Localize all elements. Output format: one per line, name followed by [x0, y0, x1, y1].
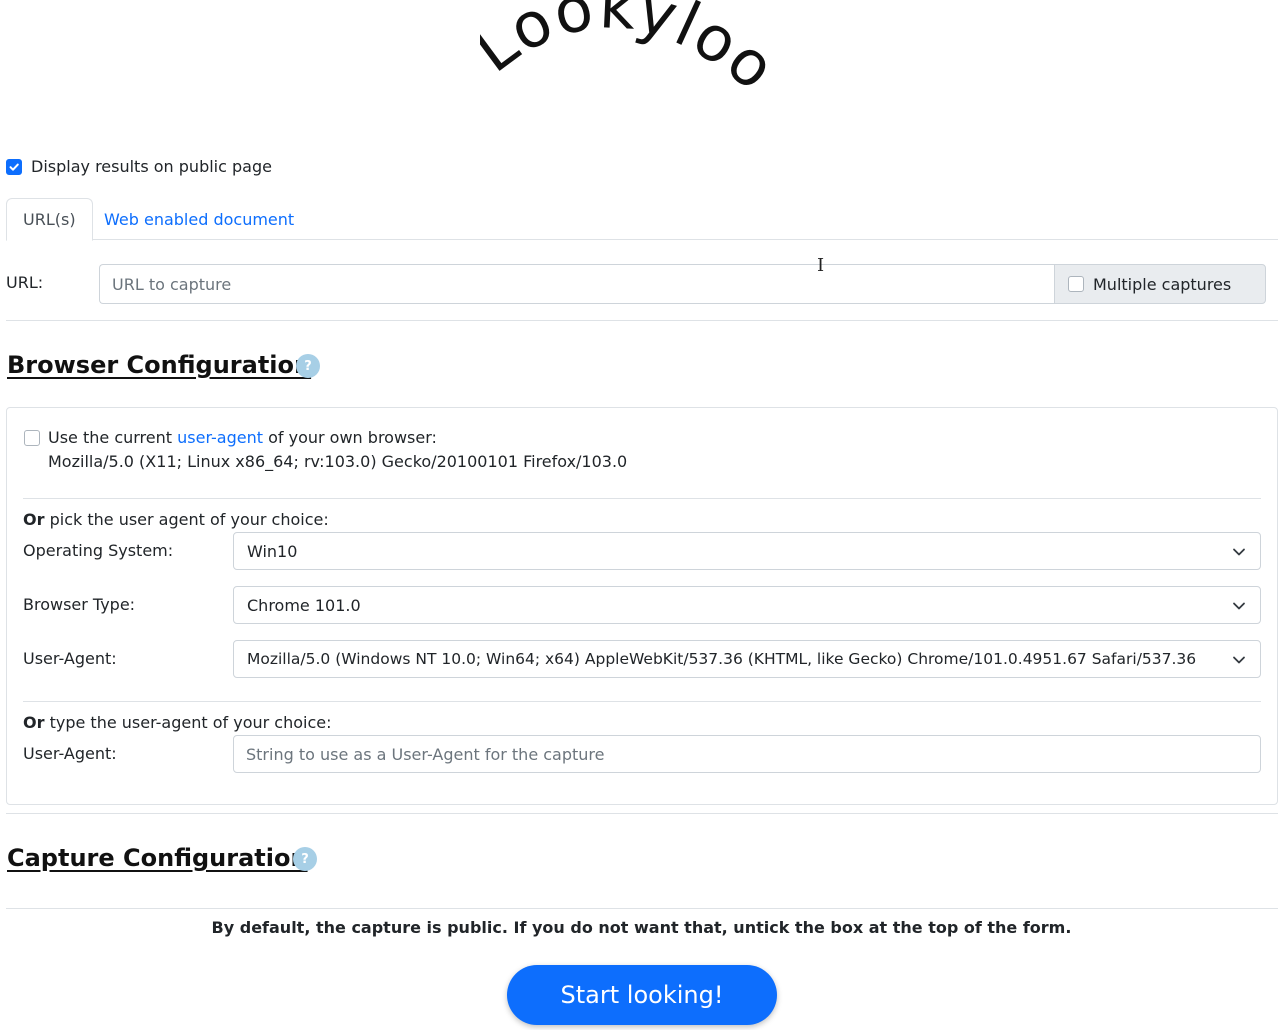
- chevron-down-icon: [1233, 602, 1245, 610]
- browser-type-label: Browser Type:: [23, 595, 136, 614]
- user-agent-select-value: Mozilla/5.0 (Windows NT 10.0; Win64; x64…: [247, 650, 1197, 668]
- multiple-captures-toggle[interactable]: Multiple captures: [1054, 264, 1266, 304]
- lookyloo-logo: Lookyloo: [480, 0, 790, 106]
- custom-user-agent-input[interactable]: String to use as a User-Agent for the ca…: [233, 735, 1261, 773]
- user-agent-select[interactable]: Mozilla/5.0 (Windows NT 10.0; Win64; x64…: [233, 640, 1261, 678]
- use-current-ua-option[interactable]: Use the current user-agent of your own b…: [24, 426, 627, 474]
- browser-config-title[interactable]: Browser Configuration: [7, 351, 311, 379]
- pick-ua-heading: Or pick the user agent of your choice:: [23, 510, 329, 529]
- url-input[interactable]: URL to capture: [99, 264, 1056, 304]
- logo-text: Lookyloo: [480, 0, 788, 106]
- custom-user-agent-label: User-Agent:: [23, 744, 117, 763]
- use-current-ua-prefix: Use the current: [48, 428, 173, 447]
- os-select-value: Win10: [247, 541, 298, 561]
- pick-ua-text: pick the user agent of your choice:: [49, 510, 329, 529]
- divider: [23, 498, 1261, 499]
- tab-urls[interactable]: URL(s): [6, 198, 93, 241]
- divider: [23, 701, 1261, 702]
- text-cursor-icon: I: [817, 255, 825, 276]
- os-label: Operating System:: [23, 541, 174, 560]
- browser-type-select[interactable]: Chrome 101.0: [233, 586, 1261, 624]
- help-icon[interactable]: ?: [293, 847, 317, 871]
- browser-config-card: Use the current user-agent of your own b…: [6, 407, 1278, 805]
- divider: [6, 813, 1278, 814]
- use-current-ua-suffix: of your own browser:: [268, 428, 437, 447]
- checkbox-checked-icon: [9, 163, 19, 171]
- user-agent-link[interactable]: user-agent: [177, 428, 263, 447]
- help-icon[interactable]: ?: [296, 354, 320, 378]
- capture-tabs: URL(s) Web enabled document: [6, 198, 1278, 241]
- public-capture-notice: By default, the capture is public. If yo…: [211, 918, 1072, 937]
- capture-config-title[interactable]: Capture Configuration: [7, 844, 308, 872]
- start-looking-button[interactable]: Start looking!: [507, 965, 777, 1025]
- os-select[interactable]: Win10: [233, 532, 1261, 570]
- type-ua-or: Or: [23, 713, 45, 732]
- current-user-agent: Mozilla/5.0 (X11; Linux x86_64; rv:103.0…: [48, 452, 628, 471]
- url-input-placeholder: URL to capture: [112, 274, 232, 294]
- chevron-down-icon: [1233, 548, 1245, 556]
- divider: [6, 320, 1278, 321]
- browser-type-select-value: Chrome 101.0: [247, 595, 361, 615]
- chevron-down-icon: [1233, 656, 1245, 664]
- type-ua-text: type the user-agent of your choice:: [49, 713, 332, 732]
- multiple-captures-label: Multiple captures: [1093, 274, 1232, 294]
- tab-web-enabled-document[interactable]: Web enabled document: [88, 198, 310, 240]
- public-display-option[interactable]: Display results on public page: [6, 157, 272, 176]
- public-display-label: Display results on public page: [31, 157, 272, 176]
- user-agent-label: User-Agent:: [23, 649, 117, 668]
- use-current-ua-checkbox[interactable]: [24, 430, 40, 446]
- pick-ua-or: Or: [23, 510, 45, 529]
- svg-text:Lookyloo: Lookyloo: [480, 0, 790, 106]
- url-label: URL:: [6, 273, 44, 292]
- public-display-checkbox[interactable]: [6, 158, 22, 175]
- type-ua-heading: Or type the user-agent of your choice:: [23, 713, 332, 732]
- multiple-captures-checkbox[interactable]: [1068, 276, 1084, 292]
- divider: [6, 908, 1278, 909]
- custom-user-agent-placeholder: String to use as a User-Agent for the ca…: [246, 744, 605, 764]
